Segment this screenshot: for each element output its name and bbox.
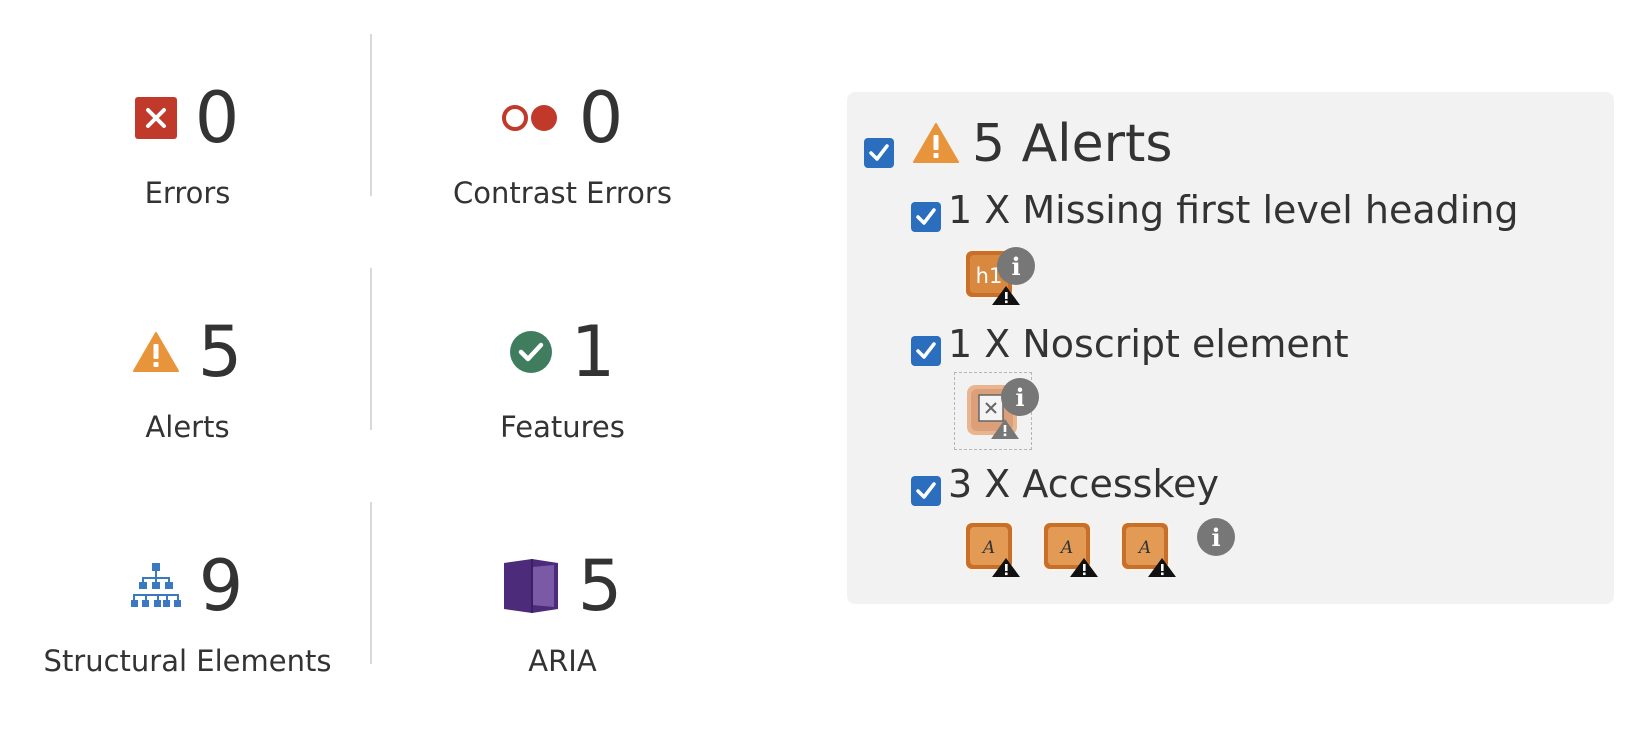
contrast-icon (501, 102, 561, 134)
structural-elements-count: 9 (198, 545, 245, 627)
aria-summary[interactable]: 5 ARIA (375, 540, 750, 680)
accesskey-alert-icon[interactable]: A (963, 520, 1020, 577)
divider (370, 268, 372, 430)
warning-triangle-icon (132, 331, 180, 373)
info-icon[interactable]: i (997, 247, 1035, 285)
errors-summary[interactable]: 0 Errors (0, 72, 375, 212)
errors-count: 0 (194, 77, 241, 159)
checkmark-icon (916, 342, 936, 359)
alerts-summary[interactable]: 5 Alerts (0, 306, 375, 446)
alert-item-checkbox[interactable] (911, 476, 941, 506)
error-x-icon (134, 97, 177, 139)
alerts-panel: 5 Alerts 1 X Missing first level heading… (847, 92, 1614, 604)
contrast-errors-summary[interactable]: 0 Contrast Errors (375, 72, 750, 212)
check-circle-icon (509, 330, 553, 374)
features-count: 1 (570, 311, 617, 393)
checkmark-icon (869, 144, 889, 161)
aria-cube-icon (502, 557, 560, 615)
alerts-select-all-checkbox[interactable] (864, 138, 894, 168)
alert-item-label[interactable]: 1 X Noscript element (948, 322, 1349, 366)
features-label: Features (500, 410, 625, 444)
info-icon[interactable]: i (1001, 378, 1039, 416)
contrast-errors-count: 0 (578, 77, 625, 159)
divider (370, 34, 372, 196)
divider (370, 502, 372, 664)
info-icon[interactable]: i (1197, 518, 1235, 556)
svg-text:A: A (1137, 538, 1151, 558)
aria-label: ARIA (528, 644, 597, 678)
alerts-panel-title: 5 Alerts (972, 114, 1173, 174)
warning-triangle-icon (912, 122, 960, 168)
alert-item-label[interactable]: 1 X Missing first level heading (948, 188, 1519, 232)
alert-item-checkbox[interactable] (911, 202, 941, 232)
contrast-errors-label: Contrast Errors (453, 176, 672, 210)
alerts-count: 5 (197, 311, 244, 393)
alert-item-label[interactable]: 3 X Accesskey (948, 462, 1219, 506)
aria-count: 5 (577, 545, 624, 627)
summary-grid: 0 Errors 0 Contrast Errors 5 Alerts 1 Fe… (0, 0, 800, 750)
features-summary[interactable]: 1 Features (375, 306, 750, 446)
checkmark-icon (916, 482, 936, 499)
checkmark-icon (916, 208, 936, 225)
hierarchy-icon (130, 563, 181, 609)
structural-elements-label: Structural Elements (43, 644, 332, 678)
alerts-label: Alerts (145, 410, 230, 444)
errors-label: Errors (144, 176, 231, 210)
accesskey-alert-icon[interactable]: A (1119, 520, 1176, 577)
accesskey-alert-icon[interactable]: A (1041, 520, 1098, 577)
alert-item-checkbox[interactable] (911, 336, 941, 366)
svg-text:A: A (981, 538, 995, 558)
structural-elements-summary[interactable]: 9 Structural Elements (0, 540, 375, 680)
svg-text:A: A (1059, 538, 1073, 558)
